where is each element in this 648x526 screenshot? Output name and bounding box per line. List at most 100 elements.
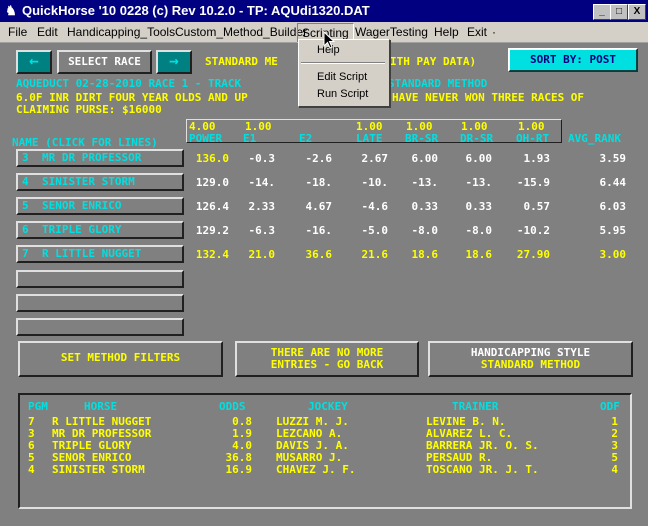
menu-edit[interactable]: Edit	[37, 25, 58, 39]
entry-odf: 4	[611, 463, 618, 476]
horse-e2-value: 36.6	[305, 248, 333, 261]
entries-panel: PGM HORSE ODDS JOCKEY TRAINER ODF 7R LIT…	[18, 393, 632, 509]
menu-overflow-dot: ·	[492, 25, 496, 39]
minimize-button[interactable]: _	[593, 4, 611, 20]
horse-name: MR DR PROFESSOR	[42, 151, 142, 164]
entry-pgm: 4	[28, 463, 35, 476]
set-method-filters-button[interactable]: SET METHOD FILTERS	[18, 341, 223, 377]
entry-jockey: CHAVEZ J. F.	[276, 463, 356, 476]
menu-custom-method-builder[interactable]: Custom_Method_Builder	[175, 25, 307, 39]
horse-e1-value: -0.3	[248, 152, 276, 165]
horse-avg-value: 5.95	[599, 224, 627, 237]
menu-file[interactable]: File	[8, 25, 27, 39]
empty-horse-slot[interactable]	[16, 318, 184, 336]
horse-brsr-value: 18.6	[411, 248, 439, 261]
empty-horse-slot[interactable]	[16, 270, 184, 288]
horse-brsr-value: -8.0	[411, 224, 439, 237]
horse-avg-value: 6.44	[599, 176, 627, 189]
horse-name-button[interactable]: 6 TRIPLE GLORY	[16, 221, 184, 239]
horse-name-button[interactable]: 4 SINISTER STORM	[16, 173, 184, 191]
close-button[interactable]: X	[628, 4, 646, 20]
horse-drsr-value: -8.0	[465, 224, 493, 237]
handicapping-style-value: STANDARD METHOD	[480, 358, 581, 371]
horse-name-button[interactable]: 7 R LITTLE NUGGET	[16, 245, 184, 263]
race-method-line: STANDARD METHOD	[388, 77, 488, 90]
horse-power-value: 136.0	[195, 152, 229, 165]
horse-name: SINISTER STORM	[42, 175, 135, 188]
empty-horse-slot[interactable]	[16, 294, 184, 312]
horse-name-button[interactable]: 5 SENOR ENRICO	[16, 197, 184, 215]
go-back-line2: ENTRIES - GO BACK	[270, 358, 384, 371]
header-late[interactable]: LATE	[356, 132, 383, 145]
prev-race-button[interactable]: ←	[16, 50, 52, 74]
menu-handicapping-tools[interactable]: Handicapping_Tools	[67, 25, 175, 39]
horse-power-value: 132.4	[195, 248, 229, 261]
menu-exit[interactable]: Exit	[467, 25, 487, 39]
horse-avg-value: 3.00	[599, 248, 627, 261]
method-label-tail: ITH PAY DATA)	[390, 55, 477, 68]
horse-e1-value: 21.0	[248, 248, 276, 261]
menu-wager-testing[interactable]: WagerTesting	[355, 25, 428, 39]
horse-late-value: -5.0	[361, 224, 389, 237]
menu-help[interactable]: Help	[434, 25, 459, 39]
sort-by-button[interactable]: SORT BY: POST	[508, 48, 638, 72]
window-title: QuickHorse '10 0228 (c) Rev 10.2.0 - TP:…	[22, 3, 370, 18]
horse-e1-value: -6.3	[248, 224, 276, 237]
header-dr-sr[interactable]: DR-SR	[460, 132, 493, 145]
scripting-dropdown: Help Edit Script Run Script	[298, 39, 390, 107]
horse-drsr-value: -13.	[465, 176, 493, 189]
header-oh-rt[interactable]: OH-RT	[516, 132, 549, 145]
horse-late-value: -4.6	[361, 200, 389, 213]
method-label: STANDARD ME	[205, 55, 278, 68]
horse-drsr-value: 6.00	[465, 152, 493, 165]
horse-power-value: 129.2	[195, 224, 229, 237]
horse-post-position: 3	[22, 151, 29, 164]
horse-ohrt-value: 1.93	[523, 152, 551, 165]
horse-name: SENOR ENRICO	[42, 199, 122, 212]
horse-e2-value: 4.67	[305, 200, 333, 213]
horse-post-position: 5	[22, 199, 29, 212]
horse-late-value: 2.67	[361, 152, 389, 165]
entry-trainer: TOSCANO JR. J. T.	[426, 463, 539, 476]
dropdown-separator	[301, 62, 385, 64]
horse-avg-value: 6.03	[599, 200, 627, 213]
right-arrow-icon: →	[169, 51, 179, 70]
race-track-line: AQUEDUCT 02-28-2010 RACE 1 - TRACK	[16, 77, 242, 90]
header-e2[interactable]: E2	[299, 132, 312, 145]
horse-drsr-value: 18.6	[465, 248, 493, 261]
name-column-header: NAME (CLICK FOR LINES)	[12, 136, 158, 149]
horse-e2-value: -18.	[305, 176, 333, 189]
horse-ohrt-value: 27.90	[516, 248, 550, 261]
entries-header-odf: ODF	[600, 400, 620, 413]
horse-post-position: 4	[22, 175, 29, 188]
horse-brsr-value: -13.	[411, 176, 439, 189]
go-back-button[interactable]: THERE ARE NO MORE ENTRIES - GO BACK	[235, 341, 419, 377]
horse-brsr-value: 6.00	[411, 152, 439, 165]
horse-name-button[interactable]: 3 MR DR PROFESSOR	[16, 149, 184, 167]
horse-late-value: 21.6	[361, 248, 389, 261]
header-avg-rank[interactable]: AVG_RANK	[568, 132, 621, 145]
maximize-button[interactable]: □	[610, 4, 628, 20]
header-e1[interactable]: E1	[243, 132, 256, 145]
mouse-cursor-icon	[323, 31, 336, 49]
horse-ohrt-value: -15.9	[516, 176, 550, 189]
horse-power-value: 129.0	[195, 176, 229, 189]
header-br-sr[interactable]: BR-SR	[405, 132, 438, 145]
select-race-button[interactable]: SELECT RACE	[57, 50, 152, 74]
horse-e1-value: -14.	[248, 176, 276, 189]
dropdown-run-script[interactable]: Run Script	[317, 88, 368, 100]
horse-name: R LITTLE NUGGET	[42, 247, 142, 260]
entry-horse: SINISTER STORM	[52, 463, 145, 476]
horse-e1-value: 2.33	[248, 200, 276, 213]
next-race-button[interactable]: →	[156, 50, 192, 74]
horse-ohrt-value: 0.57	[523, 200, 551, 213]
entries-header-pgm: PGM	[28, 400, 48, 413]
handicapping-style-button[interactable]: HANDICAPPING STYLE STANDARD METHOD	[428, 341, 633, 377]
header-power[interactable]: POWER	[189, 132, 222, 145]
dropdown-edit-script[interactable]: Edit Script	[317, 71, 367, 83]
race-purse-line: CLAIMING PURSE: $16000	[16, 103, 162, 116]
horse-late-value: -10.	[361, 176, 389, 189]
horse-power-value: 126.4	[195, 200, 229, 213]
horse-post-position: 6	[22, 223, 29, 236]
horse-app-icon[interactable]: ♞	[3, 3, 19, 19]
